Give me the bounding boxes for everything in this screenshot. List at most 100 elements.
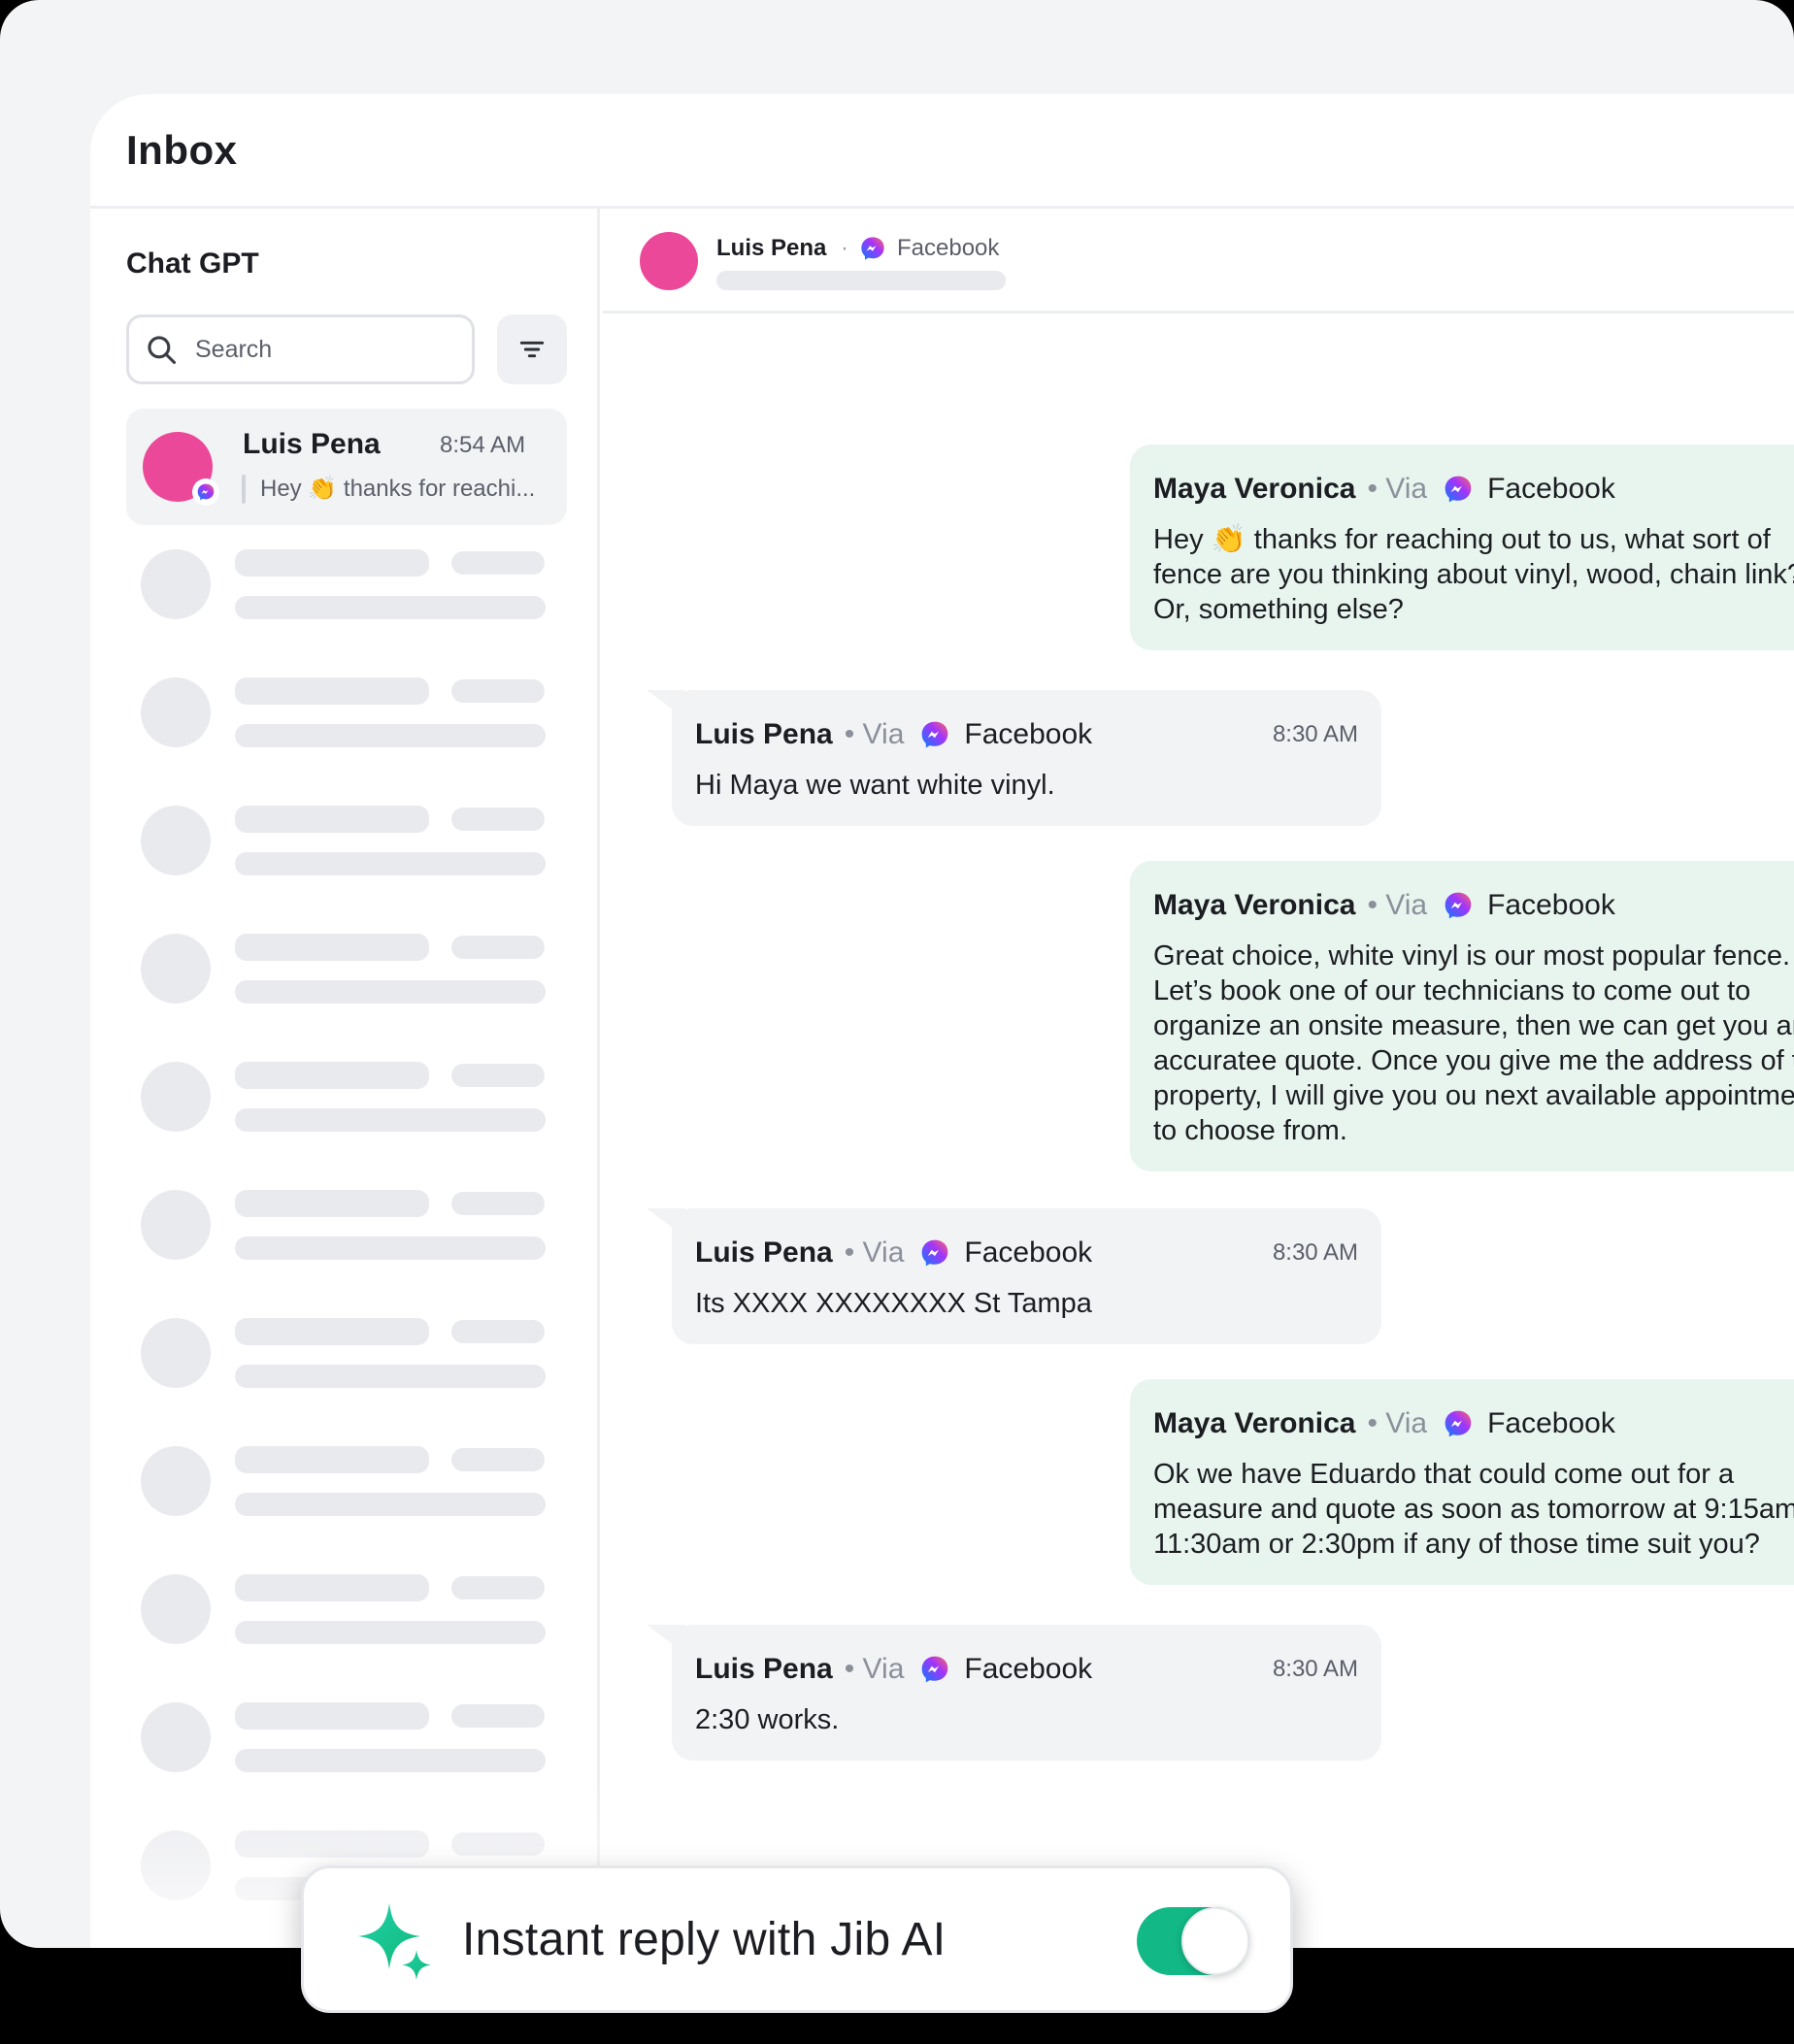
message-line: accuratee quote. Once you give me the ad… xyxy=(1153,1045,1794,1076)
message-line: to choose from. xyxy=(1153,1115,1347,1146)
skeleton-line xyxy=(451,936,545,959)
conversation-preview: Hey 👏 thanks for reachi... xyxy=(260,476,536,502)
platform-label: Facebook xyxy=(964,1653,1093,1685)
instant-reply-bar: Instant reply with Jib AI xyxy=(301,1865,1293,2013)
skeleton-line xyxy=(235,852,546,875)
toggle-knob xyxy=(1181,1907,1249,1975)
message-line: fence are you thinking about vinyl, wood… xyxy=(1153,559,1794,590)
skeleton-line xyxy=(235,549,429,577)
skeleton-line xyxy=(451,551,545,575)
skeleton-line xyxy=(235,1365,546,1388)
avatar-skeleton xyxy=(141,1446,211,1516)
instant-reply-label: Instant reply with Jib AI xyxy=(462,1914,947,1965)
avatar-skeleton xyxy=(141,1190,211,1260)
message-text: Ok we have Eduardo that could come out f… xyxy=(1153,1457,1794,1562)
avatar xyxy=(640,232,698,290)
conversation-skeleton xyxy=(141,1702,568,1780)
messenger-icon xyxy=(922,1656,948,1683)
via-label: • Via xyxy=(844,1236,905,1269)
sparkle-icon xyxy=(358,1903,431,1980)
message-line: Its XXXX XXXXXXXX St Tampa xyxy=(695,1288,1092,1319)
message-line: Ok we have Eduardo that could come out f… xyxy=(1153,1459,1735,1490)
avatar-skeleton xyxy=(141,806,211,875)
conversation-list-panel: Chat GPT Search Luis Pena 8:54 AM Hey 👏 … xyxy=(90,209,600,1948)
message-text: Hey 👏 thanks for reaching out to us, wha… xyxy=(1153,522,1794,627)
messenger-icon xyxy=(861,237,884,260)
skeleton-line xyxy=(235,1749,546,1772)
skeleton-line xyxy=(235,596,546,619)
avatar-skeleton xyxy=(141,1318,211,1388)
conversation-skeleton xyxy=(141,549,568,627)
message-text: Its XXXX XXXXXXXX St Tampa xyxy=(695,1286,1358,1321)
message-header: Luis Pena • Via Facebook 8:30 AM xyxy=(695,713,1358,756)
sender-name: Luis Pena xyxy=(695,718,833,750)
message-header: Maya Veronica • Via Facebook xyxy=(1153,468,1794,511)
message-bubble-incoming: Luis Pena • Via Facebook 8:30 AM 2:30 works. xyxy=(647,1625,1381,1761)
chat-panel: Luis Pena · Facebook Maya Veronica • Via F… xyxy=(603,209,1794,1948)
message-line: property, I will give you ou next availa… xyxy=(1153,1080,1794,1111)
message-time: 8:30 AM xyxy=(1272,1656,1358,1682)
conversation-skeleton xyxy=(141,1318,568,1396)
chat-header: Luis Pena · Facebook xyxy=(603,209,1794,313)
bubble-tail xyxy=(647,1625,685,1654)
avatar-skeleton xyxy=(141,1574,211,1644)
message-line: Hey 👏 thanks for reaching out to us, wha… xyxy=(1153,524,1771,555)
platform-label: Facebook xyxy=(1487,889,1615,921)
conversation-time: 8:54 AM xyxy=(440,432,526,458)
messenger-icon xyxy=(1445,476,1472,503)
messenger-icon xyxy=(922,1239,948,1267)
skeleton-line xyxy=(451,1192,545,1215)
filter-button[interactable] xyxy=(497,314,567,384)
skeleton-line xyxy=(451,1704,545,1728)
conversation-skeleton xyxy=(141,1446,568,1524)
instant-reply-toggle[interactable] xyxy=(1137,1907,1249,1975)
skeleton-line xyxy=(451,1576,545,1599)
message-header: Luis Pena • Via Facebook 8:30 AM xyxy=(695,1232,1358,1274)
message-line: 2:30 works. xyxy=(695,1704,840,1735)
conversation-skeleton xyxy=(141,806,568,883)
via-label: • Via xyxy=(844,718,905,750)
message-line: 11:30am or 2:30pm if any of those time s… xyxy=(1153,1529,1760,1560)
preview-divider xyxy=(242,475,246,504)
bubble-tail xyxy=(647,1208,685,1237)
search-input[interactable]: Search xyxy=(126,314,475,384)
message-bubble-outgoing: Maya Veronica • Via Facebook Hey 👏 thanks f… xyxy=(1130,445,1794,650)
skeleton-line xyxy=(235,980,546,1004)
skeleton-line xyxy=(451,808,545,831)
messenger-badge xyxy=(192,478,219,506)
sender-name: Luis Pena xyxy=(695,1236,833,1269)
skeleton-line xyxy=(235,1190,429,1217)
chat-platform: Facebook xyxy=(897,235,1000,261)
conversation-item-active[interactable]: Luis Pena 8:54 AM Hey 👏 thanks for reach… xyxy=(126,409,567,525)
messenger-icon xyxy=(1445,1410,1472,1437)
chat-contact-name: Luis Pena xyxy=(716,235,827,261)
via-label: • Via xyxy=(1367,473,1428,505)
message-bubble-outgoing: Maya Veronica • Via Facebook Great choice, … xyxy=(1130,861,1794,1171)
inbox-window: Inbox Chat GPT Search Luis Pena 8:54 AM … xyxy=(90,94,1794,1948)
skeleton-line xyxy=(235,1493,546,1516)
avatar-skeleton xyxy=(141,1702,211,1772)
message-text: 2:30 works. xyxy=(695,1702,1358,1737)
via-label: • Via xyxy=(844,1653,905,1685)
skeleton-line xyxy=(235,724,546,747)
channel-title: Chat GPT xyxy=(126,247,259,280)
message-line: measure and quote as soon as tomorrow at… xyxy=(1153,1494,1794,1525)
skeleton-line xyxy=(235,1621,546,1644)
avatar-skeleton xyxy=(141,1062,211,1132)
skeleton-line xyxy=(451,1064,545,1087)
skeleton-line xyxy=(451,1448,545,1471)
message-bubble-outgoing: Maya Veronica • Via Facebook Ok we have Edu… xyxy=(1130,1379,1794,1585)
filter-icon xyxy=(519,341,545,358)
via-label: • Via xyxy=(1367,1407,1428,1439)
avatar-skeleton xyxy=(141,549,211,619)
message-text: Great choice, white vinyl is our most po… xyxy=(1153,939,1794,1148)
skeleton-line xyxy=(235,1108,546,1132)
avatar-skeleton xyxy=(141,677,211,747)
platform-label: Facebook xyxy=(1487,473,1615,505)
message-text: Hi Maya we want white vinyl. xyxy=(695,768,1358,803)
message-line: Or, something else? xyxy=(1153,594,1404,625)
conversation-skeleton xyxy=(141,1574,568,1652)
search-icon xyxy=(148,336,177,365)
message-time: 8:30 AM xyxy=(1272,1239,1358,1266)
skeleton-line xyxy=(235,1318,429,1345)
